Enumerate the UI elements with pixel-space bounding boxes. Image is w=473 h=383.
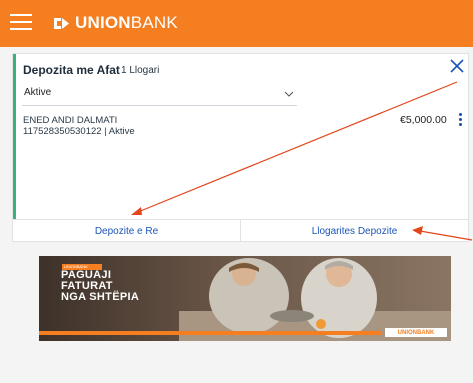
brand-name-light: BANK xyxy=(130,13,178,32)
banner-headline-3: NGA SHTËPIA xyxy=(61,291,140,303)
term-deposit-card: Depozita me Afat 1 Llogari Aktive ENED A… xyxy=(12,53,469,242)
account-count: 1 Llogari xyxy=(121,65,160,76)
card-title: Depozita me Afat xyxy=(23,63,120,77)
brand-logo[interactable]: UNION BANK xyxy=(53,12,178,34)
deposit-accounts-button[interactable]: Llogarites Depozite xyxy=(240,220,468,242)
promo-banner[interactable]: UNIONBANK PAGUAJI FATURAT NGA SHTËPIA UN… xyxy=(39,256,451,341)
status-filter-value: Aktive xyxy=(24,87,52,98)
close-icon[interactable] xyxy=(449,58,465,74)
account-holder-name[interactable]: ENED ANDI DALMATI xyxy=(23,115,117,126)
banner-logo: UNIONBANK xyxy=(385,328,447,337)
hamburger-icon[interactable] xyxy=(10,13,32,32)
brand-name-strong: UNION xyxy=(75,13,131,32)
account-number-status: 117528350530122 | Aktive xyxy=(23,126,135,137)
top-header: UNION BANK xyxy=(0,0,473,47)
status-filter-select[interactable]: Aktive xyxy=(22,86,297,106)
account-balance: €5,000.00 xyxy=(400,114,447,126)
card-accent-bar xyxy=(13,54,16,219)
new-deposit-button[interactable]: Depozite e Re xyxy=(13,220,240,242)
banner-accent-bar xyxy=(39,331,381,335)
card-actions: Depozite e Re Llogarites Depozite xyxy=(13,219,468,242)
union-bank-logo-icon xyxy=(54,17,69,29)
chevron-down-icon xyxy=(284,91,294,97)
kebab-menu-icon[interactable] xyxy=(457,113,463,129)
